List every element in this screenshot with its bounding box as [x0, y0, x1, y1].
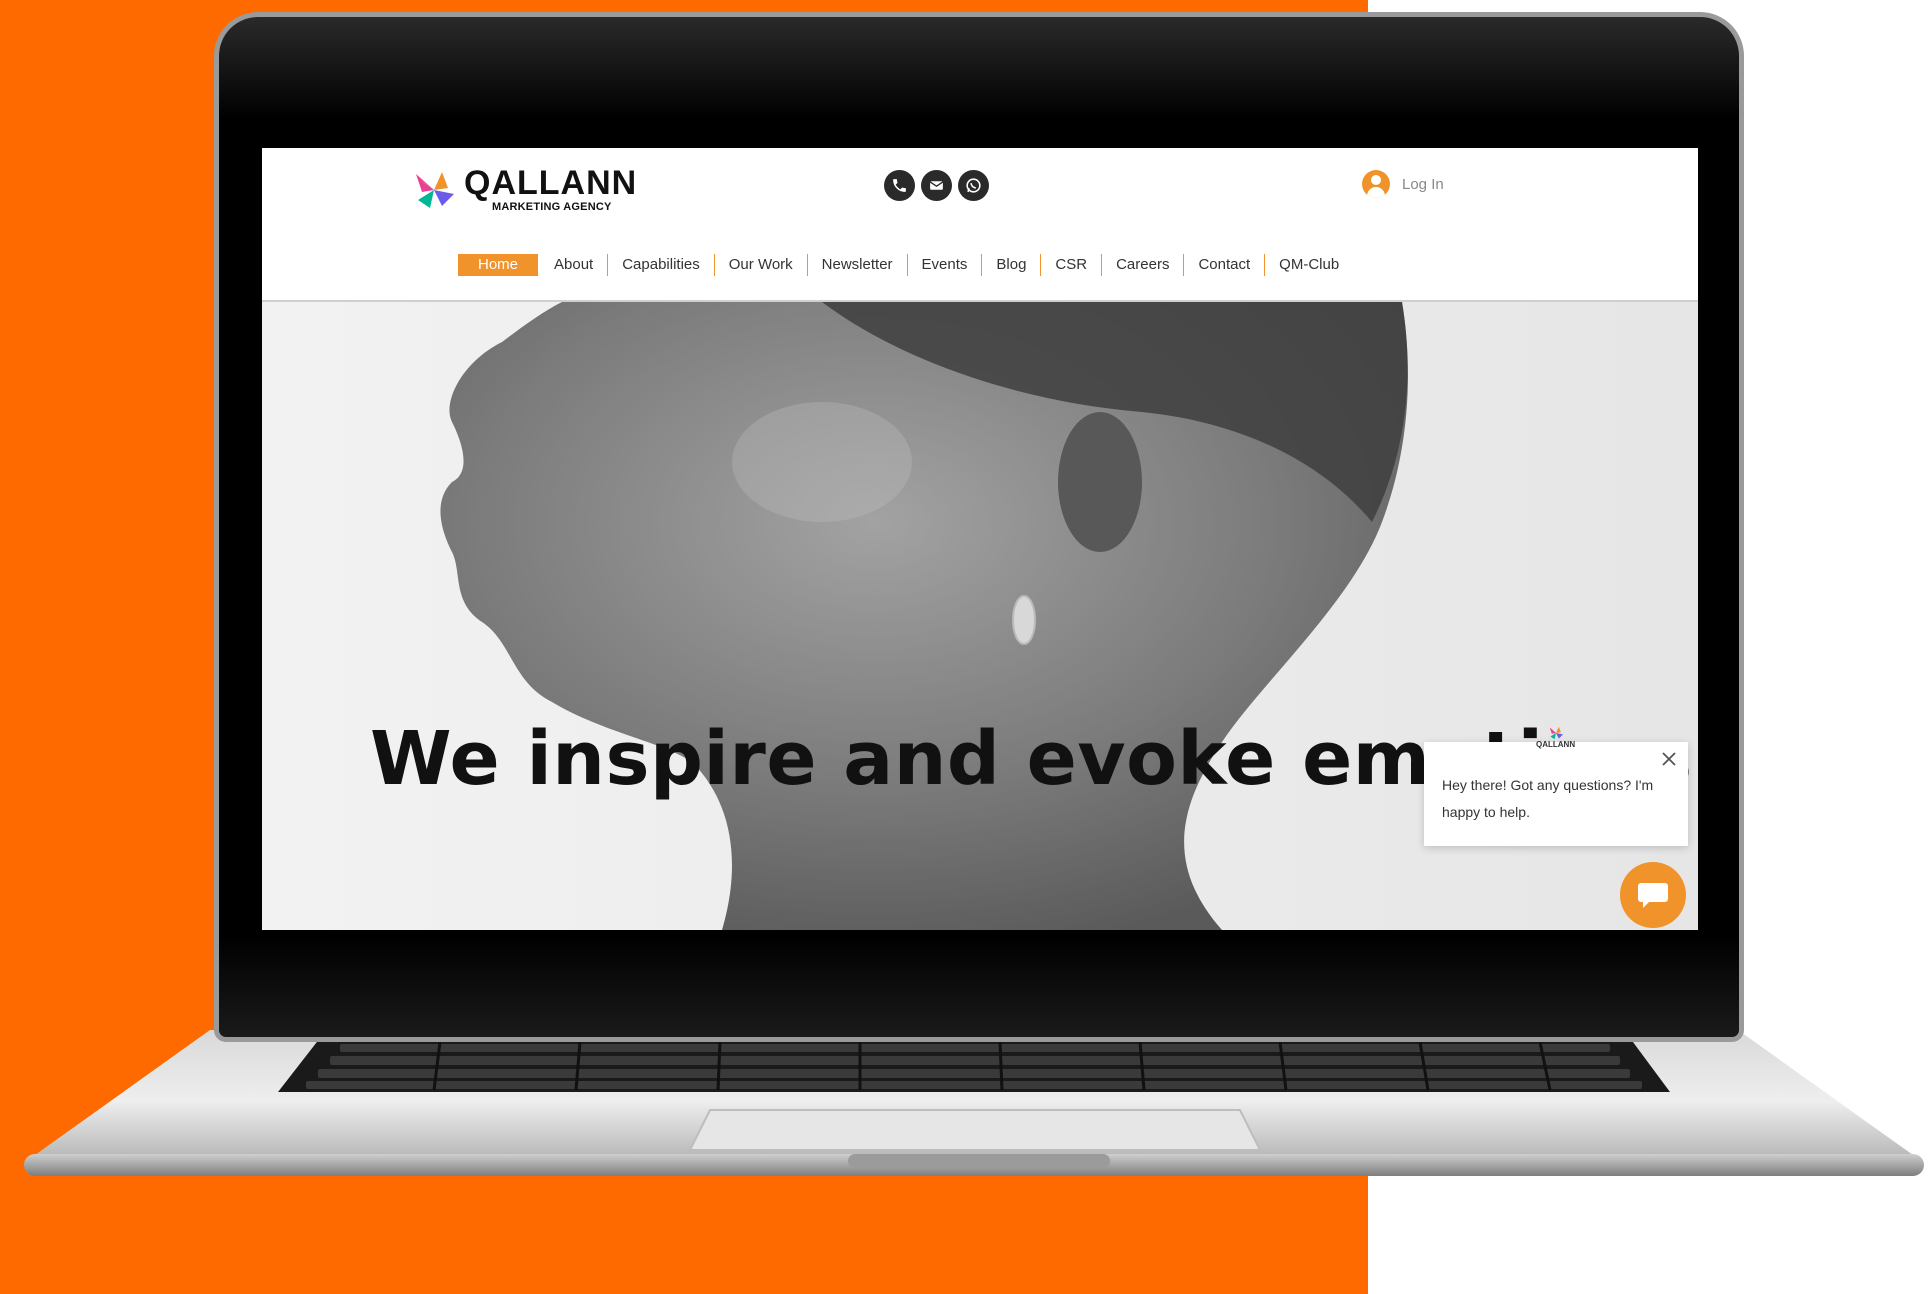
nav-item-events[interactable]: Events [906, 254, 982, 276]
laptop-base [24, 1030, 1924, 1176]
close-icon[interactable] [1660, 750, 1678, 768]
chat-message: Hey there! Got any questions? I'm happy … [1442, 777, 1654, 820]
site-header: QALLANN MARKETING AGENCY Log In Home Abo… [262, 148, 1698, 302]
nav-item-home[interactable]: Home [458, 254, 539, 276]
whatsapp-icon[interactable] [958, 170, 989, 201]
nav-item-blog[interactable]: Blog [981, 254, 1040, 276]
nav-item-csr[interactable]: CSR [1040, 254, 1101, 276]
nav-item-our-work[interactable]: Our Work [713, 254, 807, 276]
chat-logo-mark-icon [1549, 726, 1563, 740]
chat-brand-logo: QALLANN [1536, 726, 1576, 752]
brand-tagline: MARKETING AGENCY [492, 201, 612, 213]
chat-icon [1638, 883, 1668, 908]
nav-item-about[interactable]: About [540, 254, 607, 276]
laptop-screen: QALLANN MARKETING AGENCY Log In Home Abo… [262, 148, 1698, 930]
brand-logo[interactable]: QALLANN MARKETING AGENCY [412, 162, 636, 216]
login-label: Log In [1402, 175, 1444, 193]
logo-mark-icon [416, 172, 454, 208]
main-nav: Home About Capabilities Our Work Newslet… [458, 254, 1353, 276]
chat-brand-name: QALLANN [1536, 740, 1576, 749]
login-button[interactable]: Log In [1362, 170, 1444, 198]
chat-bubble[interactable]: QALLANN Hey there! Got any questions? I'… [1424, 726, 1688, 846]
nav-item-newsletter[interactable]: Newsletter [806, 254, 907, 276]
nav-item-capabilities[interactable]: Capabilities [607, 254, 714, 276]
contact-icons [884, 170, 989, 202]
phone-icon[interactable] [884, 170, 915, 201]
email-icon[interactable] [921, 170, 952, 201]
chat-launcher-button[interactable] [1620, 862, 1686, 928]
nav-item-contact[interactable]: Contact [1183, 254, 1264, 276]
trackpad [688, 1109, 1262, 1151]
nav-item-careers[interactable]: Careers [1101, 254, 1183, 276]
nav-item-qm-club[interactable]: QM-Club [1264, 254, 1353, 276]
avatar-icon [1362, 170, 1390, 198]
brand-name: QALLANN [464, 164, 638, 202]
